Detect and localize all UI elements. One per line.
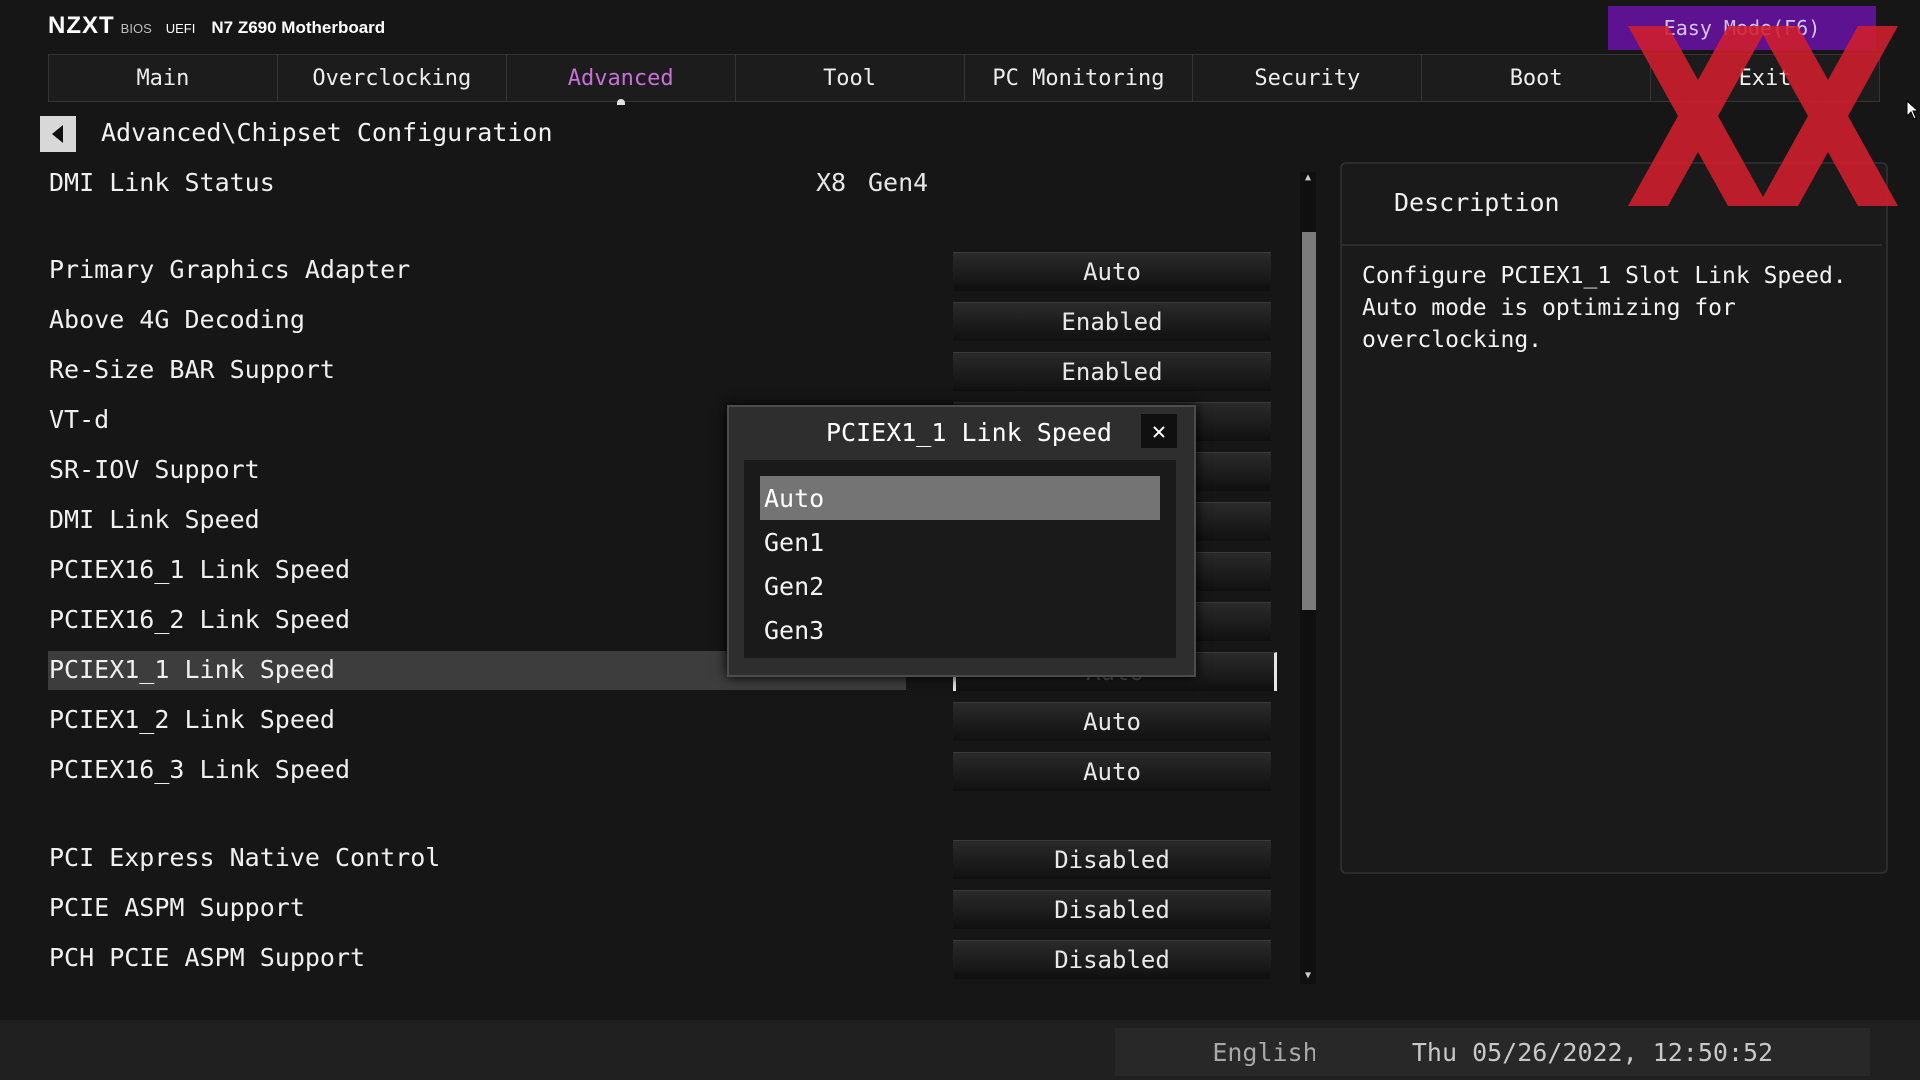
setting-label-pch-pcie-aspm-support[interactable]: PCH PCIE ASPM Support <box>49 943 365 972</box>
setting-value-pcie-aspm-support[interactable]: Disabled <box>953 890 1271 929</box>
tab-overclocking[interactable]: Overclocking <box>277 54 507 102</box>
tab-advanced[interactable]: Advanced <box>506 54 736 105</box>
setting-label-primary-graphics-adapter[interactable]: Primary Graphics Adapter <box>49 255 410 284</box>
main-tab-bar: Main Overclocking Advanced Tool PC Monit… <box>48 54 1880 105</box>
setting-label-pci-express-native-control[interactable]: PCI Express Native Control <box>49 843 440 872</box>
setting-value-resize-bar[interactable]: Enabled <box>953 352 1271 391</box>
watermark-xx-logo <box>1628 26 1898 206</box>
setting-label-above-4g-decoding[interactable]: Above 4G Decoding <box>49 305 305 334</box>
setting-value-pciex16-3-link-speed[interactable]: Auto <box>953 752 1271 791</box>
setting-value-pci-express-native-control[interactable]: Disabled <box>953 840 1271 879</box>
description-title: Description <box>1394 188 1560 217</box>
back-button[interactable] <box>40 116 76 152</box>
bios-label: BIOS <box>120 21 152 36</box>
dmi-link-status-label: DMI Link Status <box>49 168 275 197</box>
setting-label-pciex16-1-link-speed[interactable]: PCIEX16_1 Link Speed <box>49 555 350 584</box>
popup-option-gen3[interactable]: Gen3 <box>760 608 1160 652</box>
popup-option-gen2[interactable]: Gen2 <box>760 564 1160 608</box>
setting-value-above-4g-decoding[interactable]: Enabled <box>953 302 1271 341</box>
setting-label-dmi-link-speed[interactable]: DMI Link Speed <box>49 505 260 534</box>
tab-security[interactable]: Security <box>1193 54 1423 102</box>
dmi-link-gen: Gen4 <box>868 168 929 197</box>
setting-value-pciex1-2-link-speed[interactable]: Auto <box>953 702 1271 741</box>
date-time-display[interactable]: Thu 05/26/2022, 12:50:52 <box>1315 1028 1870 1076</box>
chevron-left-icon <box>52 125 63 143</box>
triangle-up-icon[interactable]: ▲ <box>1300 170 1316 184</box>
popup-option-auto[interactable]: Auto <box>760 476 1160 520</box>
setting-label-pcie-aspm-support[interactable]: PCIE ASPM Support <box>49 893 305 922</box>
popup-option-gen1[interactable]: Gen1 <box>760 520 1160 564</box>
setting-label-pciex16-3-link-speed[interactable]: PCIEX16_3 Link Speed <box>49 755 350 784</box>
setting-value-primary-graphics-adapter[interactable]: Auto <box>953 252 1271 291</box>
mouse-cursor-icon <box>1906 100 1918 120</box>
tab-boot[interactable]: Boot <box>1422 54 1652 102</box>
breadcrumb: Advanced\Chipset Configuration <box>101 118 553 147</box>
setting-label-resize-bar[interactable]: Re-Size BAR Support <box>49 355 335 384</box>
setting-label-sr-iov[interactable]: SR-IOV Support <box>49 455 260 484</box>
tab-main[interactable]: Main <box>48 54 278 102</box>
tab-pc-monitoring[interactable]: PC Monitoring <box>964 54 1194 102</box>
triangle-down-icon[interactable]: ▼ <box>1300 968 1316 982</box>
bios-brand: NZXT BIOS UEFI N7 Z690 Motherboard <box>48 12 385 40</box>
dmi-link-width: X8 <box>816 168 847 197</box>
close-icon[interactable]: ✕ <box>1141 414 1177 448</box>
description-text: Configure PCIEX1_1 Slot Link Speed. Auto… <box>1362 263 1847 353</box>
setting-value-pch-pcie-aspm-support[interactable]: Disabled <box>953 940 1271 979</box>
setting-label-vt-d[interactable]: VT-d <box>49 405 109 434</box>
uefi-label: UEFI <box>165 21 196 36</box>
tab-tool[interactable]: Tool <box>735 54 965 102</box>
popup-title: PCIEX1_1 Link Speed <box>826 418 1112 447</box>
motherboard-model: N7 Z690 Motherboard <box>211 18 386 37</box>
scrollbar-thumb[interactable] <box>1302 232 1316 610</box>
setting-label-pciex1-2-link-speed[interactable]: PCIEX1_2 Link Speed <box>49 705 335 734</box>
nzxt-logo: NZXT <box>48 12 115 39</box>
setting-label-pciex16-2-link-speed[interactable]: PCIEX16_2 Link Speed <box>49 605 350 634</box>
setting-label-pciex1-1-link-speed[interactable]: PCIEX1_1 Link Speed <box>49 655 335 684</box>
